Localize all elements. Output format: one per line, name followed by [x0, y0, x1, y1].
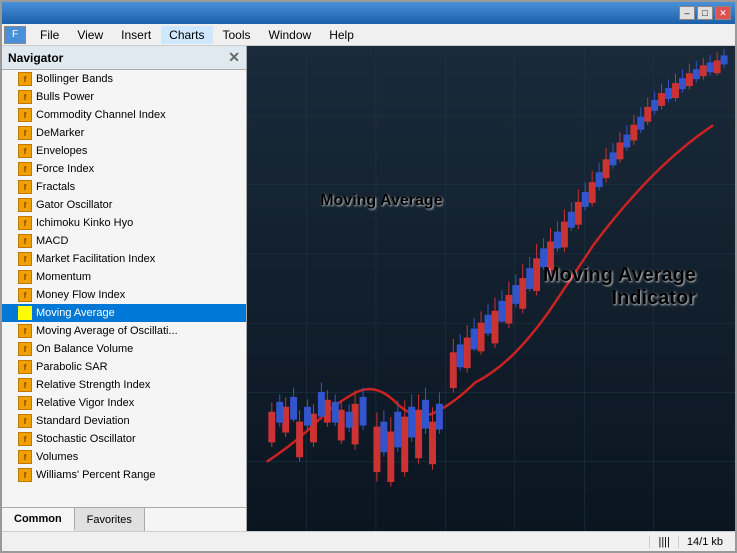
nav-item-6[interactable]: f Fractals [2, 178, 246, 196]
menu-tools[interactable]: Tools [215, 26, 259, 44]
nav-item-label-12: Money Flow Index [36, 289, 125, 301]
nav-item-22[interactable]: f Williams' Percent Range [2, 466, 246, 484]
nav-item-label-9: MACD [36, 235, 68, 247]
title-bar: – □ ✕ [2, 2, 735, 24]
menu-window[interactable]: Window [261, 26, 320, 44]
nav-item-11[interactable]: f Momentum [2, 268, 246, 286]
nav-item-icon-19: f [18, 414, 32, 428]
nav-item-label-10: Market Facilitation Index [36, 253, 155, 265]
chart-moving-average-label: Moving Average [320, 192, 442, 210]
navigator-panel: Navigator ✕ f Bollinger Bands f Bulls Power… [2, 46, 247, 531]
nav-item-1[interactable]: f Bulls Power [2, 88, 246, 106]
nav-item-icon-10: f [18, 252, 32, 266]
nav-item-label-5: Force Index [36, 163, 94, 175]
nav-item-8[interactable]: f Ichimoku Kinko Hyo [2, 214, 246, 232]
nav-item-label-3: DeMarker [36, 127, 84, 139]
nav-item-3[interactable]: f DeMarker [2, 124, 246, 142]
nav-item-12[interactable]: f Money Flow Index [2, 286, 246, 304]
menu-bar: F File View Insert Charts Tools Window H… [2, 24, 735, 46]
nav-item-label-6: Fractals [36, 181, 75, 193]
nav-item-label-15: On Balance Volume [36, 343, 133, 355]
tab-favorites[interactable]: Favorites [75, 508, 145, 531]
nav-item-15[interactable]: f On Balance Volume [2, 340, 246, 358]
chart-area[interactable]: Moving Average Moving Average Indicator [247, 46, 735, 531]
nav-item-label-19: Standard Deviation [36, 415, 130, 427]
nav-item-icon-9: f [18, 234, 32, 248]
app-icon: F [4, 26, 26, 44]
nav-item-icon-1: f [18, 90, 32, 104]
nav-item-19[interactable]: f Standard Deviation [2, 412, 246, 430]
close-button[interactable]: ✕ [715, 6, 731, 20]
nav-item-label-2: Commodity Channel Index [36, 109, 166, 121]
chart-indicator-label: Moving Average Indicator [543, 264, 696, 310]
nav-item-0[interactable]: f Bollinger Bands [2, 70, 246, 88]
nav-item-9[interactable]: f MACD [2, 232, 246, 250]
nav-item-label-8: Ichimoku Kinko Hyo [36, 217, 133, 229]
nav-item-label-0: Bollinger Bands [36, 73, 113, 85]
main-window: – □ ✕ F File View Insert Charts Tools Wi… [0, 0, 737, 553]
navigator-header: Navigator ✕ [2, 46, 246, 70]
nav-item-icon-12: f [18, 288, 32, 302]
nav-item-label-16: Parabolic SAR [36, 361, 108, 373]
minimize-button[interactable]: – [679, 6, 695, 20]
navigator-title: Navigator [8, 51, 63, 65]
nav-item-7[interactable]: f Gator Oscillator [2, 196, 246, 214]
nav-item-icon-4: f [18, 144, 32, 158]
nav-item-icon-3: f [18, 126, 32, 140]
nav-item-label-14: Moving Average of Oscillati... [36, 325, 178, 337]
nav-item-icon-22: f [18, 468, 32, 482]
nav-item-icon-16: f [18, 360, 32, 374]
maximize-button[interactable]: □ [697, 6, 713, 20]
nav-item-icon-18: f [18, 396, 32, 410]
status-size: 14/1 kb [678, 536, 731, 548]
nav-item-label-7: Gator Oscillator [36, 199, 112, 211]
nav-item-label-13: Moving Average [36, 307, 115, 319]
nav-item-icon-11: f [18, 270, 32, 284]
nav-item-13[interactable]: f Moving Average [2, 304, 246, 322]
status-bar: |||| 14/1 kb [2, 531, 735, 551]
nav-item-icon-0: f [18, 72, 32, 86]
nav-item-label-4: Envelopes [36, 145, 87, 157]
menu-view[interactable]: View [69, 26, 111, 44]
nav-item-icon-13: f [18, 306, 32, 320]
nav-item-16[interactable]: f Parabolic SAR [2, 358, 246, 376]
nav-item-10[interactable]: f Market Facilitation Index [2, 250, 246, 268]
navigator-tabs: Common Favorites [2, 507, 246, 531]
nav-item-4[interactable]: f Envelopes [2, 142, 246, 160]
nav-item-icon-15: f [18, 342, 32, 356]
nav-item-icon-21: f [18, 450, 32, 464]
nav-item-icon-8: f [18, 216, 32, 230]
nav-item-label-20: Stochastic Oscillator [36, 433, 136, 445]
title-bar-buttons: – □ ✕ [679, 6, 731, 20]
navigator-list[interactable]: f Bollinger Bands f Bulls Power f Commodity C… [2, 70, 246, 507]
nav-item-icon-7: f [18, 198, 32, 212]
nav-item-21[interactable]: f Volumes [2, 448, 246, 466]
menu-file[interactable]: File [32, 26, 67, 44]
nav-item-label-17: Relative Strength Index [36, 379, 150, 391]
nav-item-label-18: Relative Vigor Index [36, 397, 134, 409]
nav-item-label-11: Momentum [36, 271, 91, 283]
nav-item-icon-6: f [18, 180, 32, 194]
nav-item-icon-17: f [18, 378, 32, 392]
nav-item-2[interactable]: f Commodity Channel Index [2, 106, 246, 124]
nav-item-17[interactable]: f Relative Strength Index [2, 376, 246, 394]
nav-item-5[interactable]: f Force Index [2, 160, 246, 178]
nav-item-14[interactable]: f Moving Average of Oscillati... [2, 322, 246, 340]
nav-item-label-22: Williams' Percent Range [36, 469, 155, 481]
menu-insert[interactable]: Insert [113, 26, 159, 44]
tab-common[interactable]: Common [2, 508, 75, 531]
nav-item-icon-5: f [18, 162, 32, 176]
navigator-close-button[interactable]: ✕ [228, 49, 240, 66]
nav-item-20[interactable]: f Stochastic Oscillator [2, 430, 246, 448]
nav-item-label-21: Volumes [36, 451, 78, 463]
nav-item-icon-2: f [18, 108, 32, 122]
menu-charts[interactable]: Charts [161, 26, 212, 44]
nav-item-icon-20: f [18, 432, 32, 446]
menu-help[interactable]: Help [321, 26, 362, 44]
status-bars-icon: |||| [649, 536, 677, 548]
nav-item-18[interactable]: f Relative Vigor Index [2, 394, 246, 412]
nav-item-icon-14: f [18, 324, 32, 338]
nav-item-label-1: Bulls Power [36, 91, 94, 103]
main-content: Navigator ✕ f Bollinger Bands f Bulls Power… [2, 46, 735, 531]
